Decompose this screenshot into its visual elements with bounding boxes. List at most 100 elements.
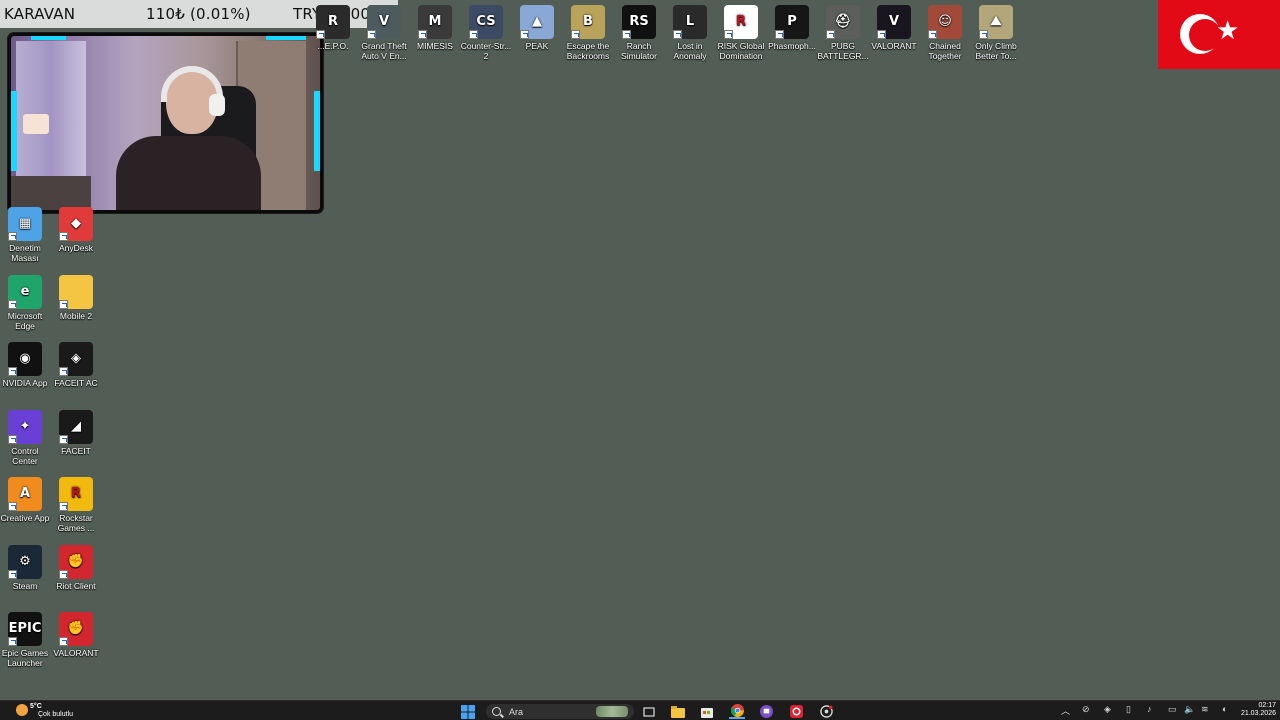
faceit-ac-icon: ◈ — [59, 342, 93, 376]
shortcut-arrow-icon — [8, 367, 17, 376]
desktop-icon-label: Epic Games Launcher — [1, 648, 49, 668]
shortcut-arrow-icon — [8, 502, 17, 511]
obs-icon[interactable] — [818, 704, 834, 719]
control-panel-icon: ▦ — [8, 207, 42, 241]
tray-wifi-icon[interactable]: ≋ — [1201, 704, 1209, 715]
desktop-icon[interactable]: V VALORANT — [868, 5, 920, 51]
pubg-icon: ⛑ — [826, 5, 860, 39]
tray-display-icon[interactable]: ▭ — [1168, 704, 1177, 715]
phasmophobia-icon: P — [775, 5, 809, 39]
desktop-icon[interactable]: L Lost in Anomaly — [664, 5, 716, 61]
desktop-icon[interactable]: EPIC Epic Games Launcher — [0, 612, 51, 668]
faceit-icon: ◢ — [59, 409, 93, 444]
desktop-icon[interactable]: CS Counter-Str... 2 — [460, 5, 512, 61]
taskbar-search[interactable]: Ara — [486, 704, 634, 719]
desktop-icon[interactable]: B Escape the Backrooms — [562, 5, 614, 61]
desktop-icon[interactable]: ◉ NVIDIA App — [0, 342, 51, 388]
tray-language-icon[interactable]: ◐ — [1222, 704, 1227, 714]
shortcut-arrow-icon — [469, 30, 478, 39]
desktop-icon-label: Control Center — [11, 445, 39, 466]
desktop-icon-label: Escape the Backrooms — [566, 41, 610, 61]
shortcut-arrow-icon — [571, 30, 580, 39]
ranch-simulator-icon: RS — [622, 5, 656, 39]
tray-network-off-icon[interactable]: ⊘ — [1082, 704, 1090, 715]
desktop-icon-label: Mobile 2 — [59, 310, 93, 321]
folder-icon — [59, 274, 93, 309]
gta-icon: V — [367, 5, 401, 39]
peak-icon: ▲ — [520, 5, 554, 39]
desktop-icon[interactable]: R RISK Global Domination — [715, 5, 767, 61]
desktop-icon[interactable]: ▲ PEAK — [511, 5, 563, 51]
chrome-icon[interactable] — [729, 704, 745, 719]
desktop-icon[interactable]: Mobile 2 — [50, 274, 102, 321]
search-placeholder: Ara — [509, 706, 524, 717]
desktop-icon-label: RISK Global Domination — [717, 41, 765, 61]
shortcut-arrow-icon — [59, 434, 68, 444]
shortcut-arrow-icon — [928, 30, 937, 39]
desktop-icon-label: Steam — [12, 580, 38, 591]
shortcut-arrow-icon — [826, 30, 835, 39]
desktop-icon-label: ...E.P.O. — [317, 41, 349, 51]
desktop-icon[interactable]: ⛑ PUBG BATTLEGR... — [817, 5, 869, 61]
desktop-icon[interactable]: RS Ranch Simulator — [613, 5, 665, 61]
desktop-icon[interactable]: V Grand Theft Auto V En... — [358, 5, 410, 61]
clock-time: 02:17 — [1258, 702, 1276, 709]
desktop-icon[interactable]: ☺ Chained Together — [919, 5, 971, 61]
opera-icon[interactable] — [788, 704, 804, 719]
edge-icon: e — [8, 274, 42, 309]
desktop-icon[interactable]: ▦ Denetim Masası — [0, 207, 51, 263]
desktop-icon[interactable]: ✦ Control Center — [0, 409, 51, 466]
taskbar-clock[interactable]: 02:17 21.03.2026 — [1240, 702, 1276, 718]
rockstar-icon: R — [59, 477, 93, 511]
desktop-icon[interactable]: R Rockstar Games ... — [50, 477, 102, 533]
shortcut-arrow-icon — [59, 367, 68, 376]
chained-together-icon: ☺ — [928, 5, 962, 39]
desktop-icon[interactable]: A Creative App — [0, 477, 51, 523]
repo-icon: R — [316, 5, 350, 39]
anydesk-icon: ◆ — [59, 207, 93, 241]
counter-strike-icon: CS — [469, 5, 503, 39]
clock-date: 21.03.2026 — [1240, 710, 1276, 717]
tray-volume-icon[interactable]: 🔈 — [1184, 704, 1195, 715]
tray-overflow-icon[interactable]: ︿ — [1061, 704, 1070, 717]
weather-cloud-icon — [16, 704, 28, 716]
store-icon[interactable] — [699, 704, 715, 719]
shortcut-arrow-icon — [8, 232, 17, 241]
desktop-icon-label: Counter-Str... 2 — [460, 41, 512, 61]
shortcut-arrow-icon — [8, 434, 17, 444]
windows-start-icon[interactable] — [459, 704, 477, 719]
tray-microphone-icon[interactable]: ♪ — [1147, 704, 1152, 714]
search-icon — [492, 707, 501, 716]
taskbar: 5°C Çok bulutlu Ara ︿ ⊘ ◈ ▯ ♪ ▭ 🔈 ≋ ◐ 02… — [0, 700, 1280, 720]
creative-app-icon: A — [8, 477, 42, 511]
twitch-icon[interactable] — [758, 704, 774, 719]
turkish-flag-overlay: ★ — [1158, 0, 1280, 69]
shortcut-arrow-icon — [8, 569, 17, 579]
desktop-icon[interactable]: ◈ FACEIT AC — [50, 342, 102, 388]
desktop-icon[interactable]: ◢ FACEIT — [50, 409, 102, 456]
shortcut-arrow-icon — [8, 637, 17, 646]
shortcut-arrow-icon — [979, 30, 988, 39]
tray-shield-icon[interactable]: ◈ — [1104, 704, 1111, 715]
desktop-icon[interactable]: ✊ Riot Client — [50, 544, 102, 591]
file-explorer-icon[interactable] — [670, 704, 686, 719]
weather-temp: 5°C — [30, 703, 42, 710]
desktop-icon-label: VALORANT — [53, 648, 99, 658]
nvidia-icon: ◉ — [8, 342, 42, 376]
desktop-icon-label: FACEIT — [61, 445, 91, 456]
desktop-icon-label: Only Climb Better To... — [975, 41, 1017, 61]
desktop-icon[interactable]: ⛰ Only Climb Better To... — [970, 5, 1022, 61]
donation-amount: 110₺ (0.01%) — [146, 5, 251, 23]
desktop-icon[interactable]: R ...E.P.O. — [307, 5, 359, 51]
desktop-icon[interactable]: ⚙ Steam — [0, 544, 51, 591]
desktop-icon[interactable]: P Phasmoph... — [766, 5, 818, 51]
desktop-icon[interactable]: ✊ VALORANT — [50, 612, 102, 658]
desktop-icon[interactable]: e Microsoft Edge — [0, 274, 51, 331]
task-view-icon[interactable] — [641, 704, 657, 719]
desktop-icon[interactable]: M MIMESIS — [409, 5, 461, 51]
weather-widget[interactable]: 5°C Çok bulutlu — [4, 703, 73, 719]
desktop-icon[interactable]: ◆ AnyDesk — [50, 207, 102, 253]
shortcut-arrow-icon — [59, 502, 68, 511]
tray-battery-icon[interactable]: ▯ — [1126, 704, 1131, 715]
desktop-icon-label: PUBG BATTLEGR... — [817, 41, 869, 61]
